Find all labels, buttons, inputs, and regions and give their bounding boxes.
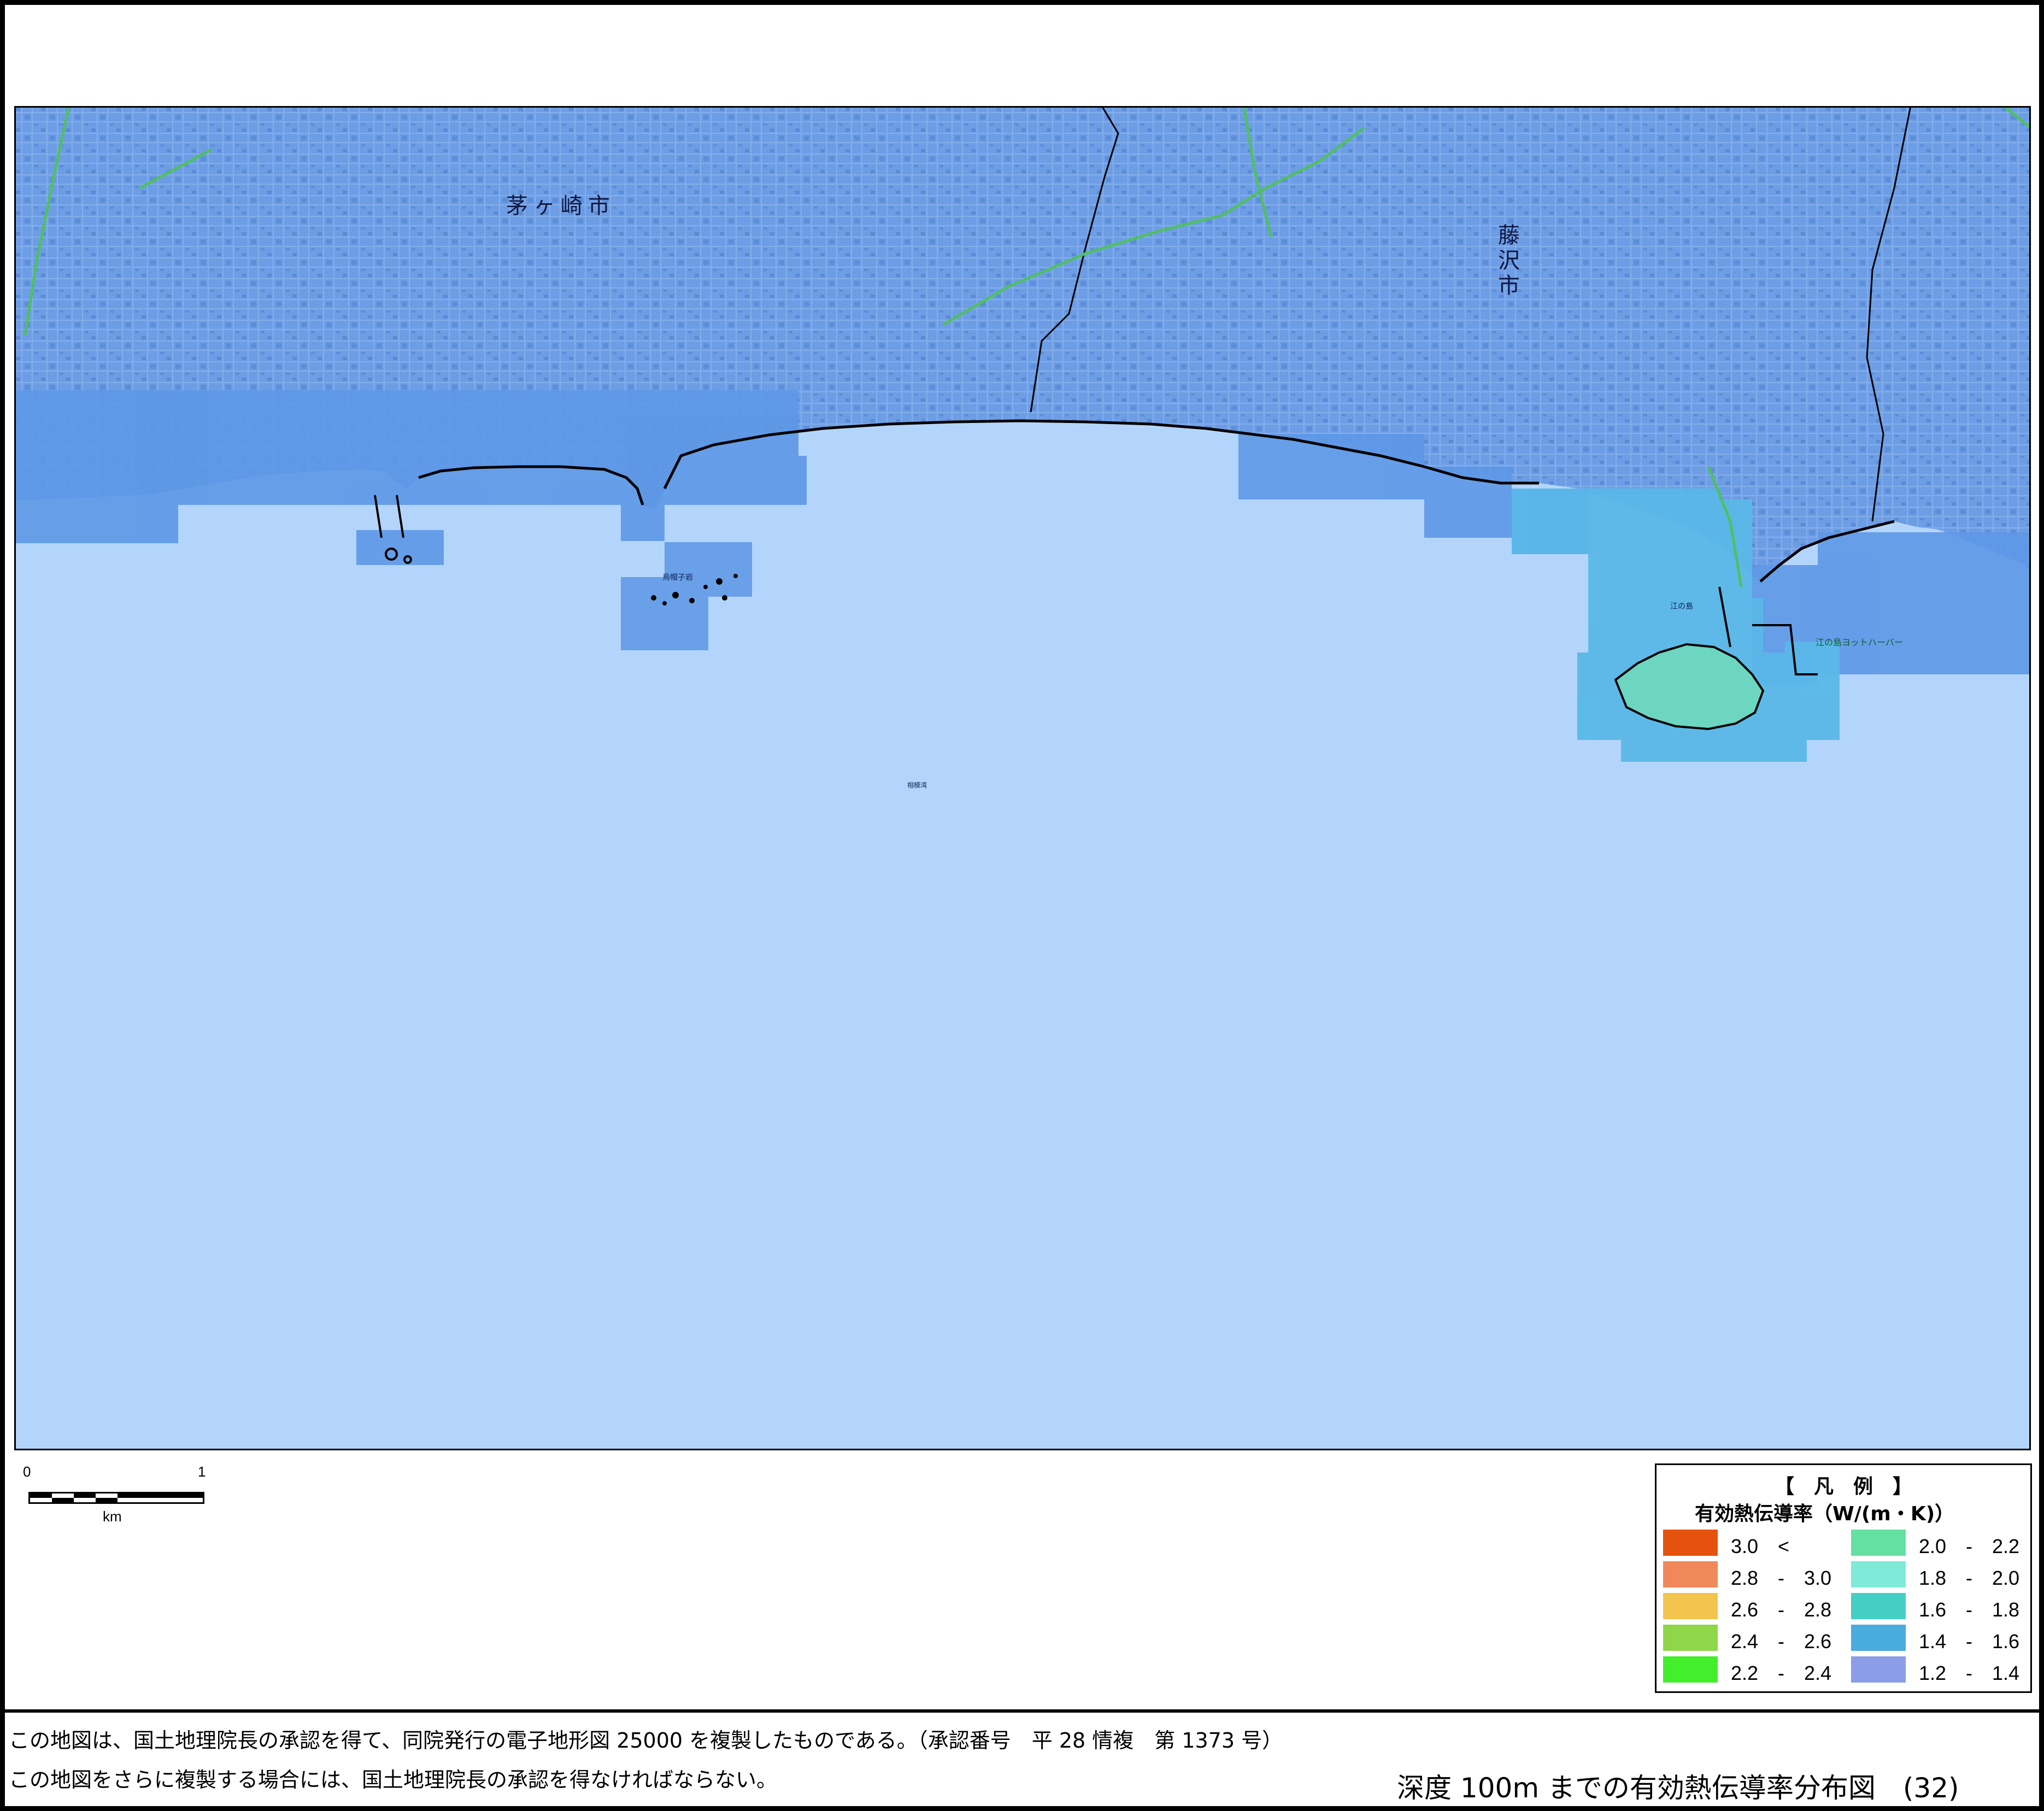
label-eboshi-rock: 烏帽子岩: [662, 573, 693, 582]
scale-tick-start: 0: [23, 1463, 31, 1480]
legend-range: 1.4 - 1.6: [1919, 1630, 2020, 1653]
legend-swatch: [1851, 1561, 1906, 1587]
legend-range: 3.0 <: [1731, 1535, 1790, 1557]
legend: 【 凡 例 】 有効熱伝導率（W/(m・K)） 3.0 < 2.8 - 3.0 …: [1655, 1463, 2032, 1693]
label-enoshima: 江の島: [1670, 602, 1693, 611]
legend-item: 1.6 - 1.8: [1851, 1590, 2031, 1621]
legend-item: 2.0 - 2.2: [1851, 1526, 2031, 1558]
legend-swatch: [1851, 1530, 1906, 1556]
legend-title: 【 凡 例 】: [1774, 1475, 1912, 1498]
legend-range: 1.2 - 1.4: [1919, 1662, 2020, 1684]
map-title: 深度 100m までの有効熱伝導率分布図 (32): [1397, 1772, 1959, 1804]
label-sagami-bay: 相模湾: [907, 781, 927, 789]
legend-range: 2.6 - 2.8: [1731, 1598, 1832, 1621]
map-area[interactable]: 茅ヶ崎市 藤沢市 江の島 烏帽子岩 江の島ヨットハーバー 相模湾: [14, 106, 2031, 1450]
credit-line-1: この地図は、国土地理院長の承認を得て、同院発行の電子地形図 25000 を複製し…: [9, 1728, 1283, 1753]
legend-range: 2.0 - 2.2: [1919, 1535, 2020, 1557]
legend-swatch: [1663, 1530, 1718, 1556]
legend-range: 1.6 - 1.8: [1919, 1598, 2020, 1621]
legend-swatch: [1663, 1625, 1718, 1651]
legend-swatch: [1663, 1561, 1718, 1587]
legend-item: 1.2 - 1.4: [1851, 1653, 2031, 1685]
legend-range: 2.4 - 2.6: [1731, 1630, 1832, 1653]
legend-range: 2.2 - 2.4: [1731, 1662, 1832, 1684]
footer-divider: [5, 1709, 2039, 1713]
label-yacht-harbor: 江の島ヨットハーバー: [1816, 637, 1903, 648]
map-canvas: [14, 106, 2031, 1450]
legend-range: 2.8 - 3.0: [1731, 1567, 1832, 1589]
legend-item: 2.2 - 2.4: [1663, 1653, 1843, 1685]
legend-item: 1.8 - 2.0: [1851, 1558, 2031, 1590]
scale-bar: 0 1 km: [22, 1463, 219, 1525]
legend-item: 3.0 <: [1663, 1526, 1843, 1558]
legend-item: 1.4 - 1.6: [1851, 1621, 2031, 1653]
legend-swatch: [1851, 1593, 1906, 1619]
legend-item: 2.8 - 3.0: [1663, 1558, 1843, 1590]
credit-line-2: この地図をさらに複製する場合には、国土地理院長の承認を得なければならない。: [9, 1768, 778, 1792]
scale-unit: km: [103, 1508, 122, 1525]
legend-swatch: [1851, 1625, 1906, 1651]
label-fujisawa: 藤沢市: [1494, 224, 1519, 299]
scale-bar-graphic: [28, 1492, 204, 1504]
legend-range: 1.8 - 2.0: [1919, 1567, 2020, 1589]
scale-tick-end: 1: [198, 1463, 206, 1480]
legend-column-left: 3.0 < 2.8 - 3.0 2.6 - 2.8 2.4 - 2.6 2.2 …: [1663, 1526, 1843, 1685]
legend-swatch: [1663, 1593, 1718, 1619]
legend-item: 2.6 - 2.8: [1663, 1590, 1843, 1621]
legend-item: 2.4 - 2.6: [1663, 1621, 1843, 1653]
legend-subtitle: 有効熱伝導率（W/(m・K)）: [1695, 1503, 1955, 1525]
legend-swatch: [1851, 1656, 1906, 1683]
label-chigasaki: 茅ヶ崎市: [506, 193, 615, 219]
legend-column-right: 2.0 - 2.2 1.8 - 2.0 1.6 - 1.8 1.4 - 1.6 …: [1851, 1526, 2031, 1685]
legend-swatch: [1663, 1656, 1718, 1683]
